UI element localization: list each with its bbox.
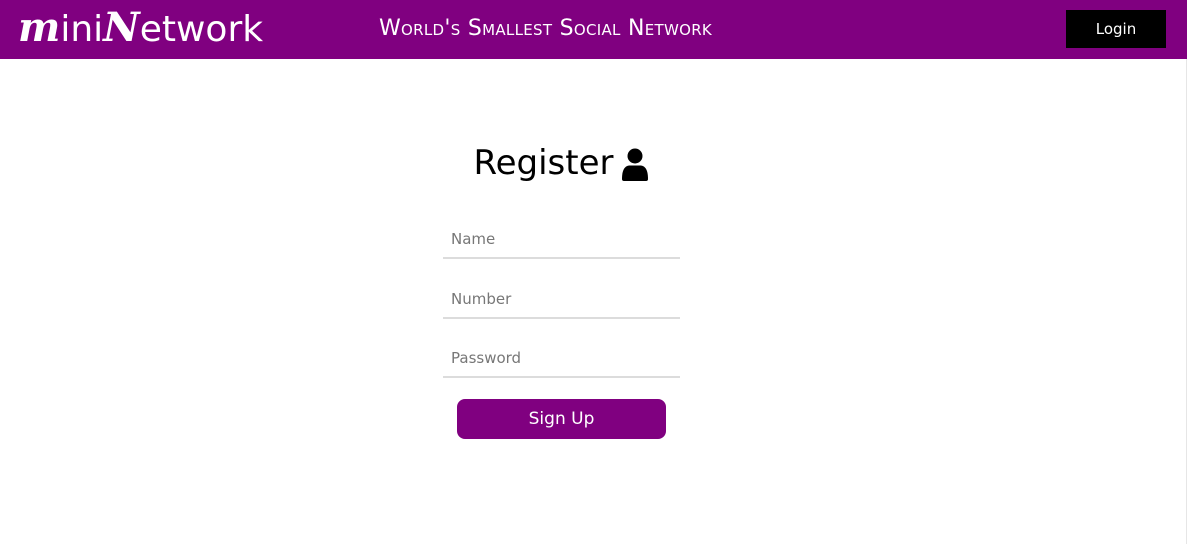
logo-letter-m: m xyxy=(18,4,61,51)
register-title: Register xyxy=(473,143,614,183)
user-icon xyxy=(621,148,649,182)
login-button[interactable]: Login xyxy=(1066,10,1166,48)
app-logo[interactable]: miniNetwork xyxy=(18,6,263,52)
top-nav-bar: miniNetwork World's Smallest Social Netw… xyxy=(0,0,1187,59)
logo-text-etwork: etwork xyxy=(139,9,264,50)
sign-up-button[interactable]: Sign Up xyxy=(457,399,666,439)
site-tagline: World's Smallest Social Network xyxy=(379,16,713,41)
password-input[interactable] xyxy=(443,340,680,378)
logo-text-ini: ini xyxy=(60,9,104,50)
name-input[interactable] xyxy=(443,221,680,259)
register-heading: Register xyxy=(0,140,1123,186)
logo-letter-n: N xyxy=(103,4,140,51)
number-input[interactable] xyxy=(443,281,680,319)
